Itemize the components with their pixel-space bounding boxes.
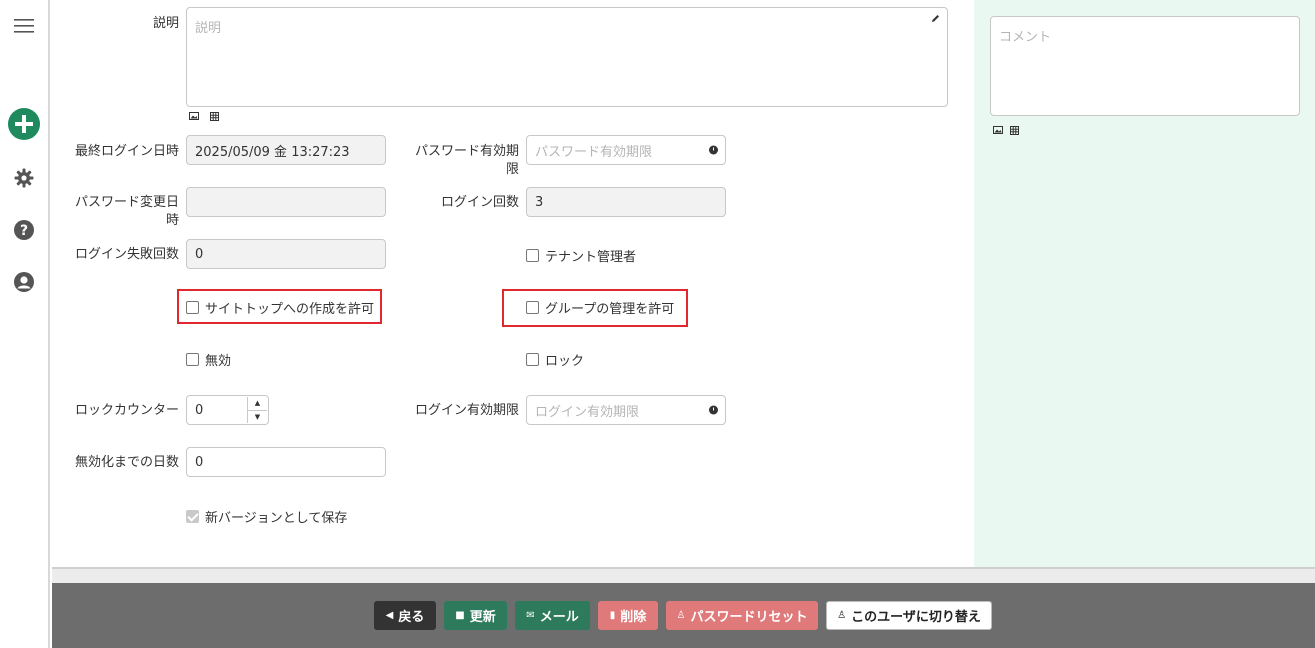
password-changed-label-line1: パスワード変更日: [74, 195, 179, 210]
switch-user-label: このユーザに切り替え: [851, 610, 981, 625]
password-expiry-label-line2: 限: [505, 162, 519, 177]
login-expiry-input[interactable]: ログイン有効期限: [526, 395, 726, 425]
user-edit-form: 説明 説明 最終ログイン日時 2025/05/09 金 13:27:23 パスワ…: [52, 0, 974, 567]
image-icon[interactable]: [993, 126, 1003, 137]
days-until-disable-label: 無効化までの日数: [74, 455, 179, 470]
password-expiry-placeholder: パスワード有効期限: [535, 144, 653, 160]
comment-textarea[interactable]: コメント: [990, 16, 1300, 116]
back-button[interactable]: ◀ 戻る: [374, 601, 436, 630]
clock-icon[interactable]: [709, 145, 718, 155]
login-count-field: 3: [526, 187, 726, 217]
lock-counter-label: ロックカウンター: [74, 403, 179, 418]
checkbox-box[interactable]: [186, 301, 199, 314]
action-footer: ◀ 戻る ■ 更新 ✉ メール ▮ 削除 ♙ パスワードリセット ♙ このユーザ…: [52, 583, 1315, 648]
allow-site-top-label: サイトトップへの作成を許可: [205, 302, 375, 317]
comment-placeholder: コメント: [999, 30, 1052, 45]
update-button[interactable]: ■ 更新: [444, 601, 507, 630]
checkbox-box[interactable]: [186, 353, 199, 366]
checkbox-box[interactable]: [526, 249, 539, 262]
login-count-label: ログイン回数: [440, 195, 519, 210]
image-icon[interactable]: [189, 112, 199, 123]
user-icon[interactable]: [0, 270, 48, 294]
gear-icon[interactable]: [0, 166, 48, 190]
last-login-label: 最終ログイン日時: [74, 144, 179, 159]
switch-user-button[interactable]: ♙ このユーザに切り替え: [826, 601, 992, 630]
checkbox-box[interactable]: [526, 353, 539, 366]
description-textarea[interactable]: 説明: [186, 7, 948, 107]
password-changed-label: パスワード変更日 時: [52, 194, 179, 230]
stepper-down-icon[interactable]: ▼: [248, 409, 267, 424]
password-changed-label-line2: 時: [165, 213, 179, 228]
clock-icon[interactable]: [709, 405, 718, 415]
mail-label: メール: [539, 610, 579, 625]
divider: [52, 567, 1315, 583]
tenant-admin-checkbox[interactable]: テナント管理者: [526, 246, 636, 265]
password-reset-icon: ♙: [676, 610, 686, 621]
add-icon[interactable]: [0, 107, 48, 141]
quantity-stepper[interactable]: ▲ ▼: [247, 397, 267, 423]
login-failures-label: ログイン失敗回数: [74, 247, 179, 262]
checkbox-box[interactable]: [186, 510, 199, 523]
lock-counter-value: 0: [195, 402, 204, 418]
allow-group-manage-label: グループの管理を許可: [545, 302, 675, 317]
delete-button[interactable]: ▮ 削除: [598, 601, 658, 630]
menu-icon[interactable]: [0, 16, 48, 36]
save-as-new-version-checkbox[interactable]: 新バージョンとして保存: [186, 507, 347, 526]
help-icon[interactable]: ?: [0, 218, 48, 242]
disabled-checkbox[interactable]: 無効: [186, 350, 231, 369]
switch-user-icon: ♙: [837, 610, 847, 621]
table-icon[interactable]: [210, 112, 219, 124]
last-login-field: 2025/05/09 金 13:27:23: [186, 135, 386, 165]
tenant-admin-label: テナント管理者: [545, 250, 637, 265]
description-placeholder: 説明: [195, 21, 222, 36]
stepper-up-icon[interactable]: ▲: [248, 397, 267, 410]
login-failures-field: 0: [186, 239, 386, 269]
delete-label: 削除: [620, 610, 647, 625]
days-until-disable-input[interactable]: 0: [186, 447, 386, 477]
password-changed-field: [186, 187, 386, 217]
allow-site-top-checkbox[interactable]: サイトトップへの作成を許可: [186, 298, 374, 317]
login-expiry-label: ログイン有効期限: [414, 403, 519, 418]
password-reset-button[interactable]: ♙ パスワードリセット: [666, 601, 818, 630]
svg-text:?: ?: [20, 223, 28, 239]
mail-icon: ✉: [526, 610, 535, 621]
lock-checkbox[interactable]: ロック: [526, 350, 584, 369]
left-rail: ?: [0, 0, 50, 648]
password-expiry-label-line1: パスワード有効期: [414, 144, 519, 159]
checkbox-box[interactable]: [526, 301, 539, 314]
mail-button[interactable]: ✉ メール: [515, 601, 590, 630]
disabled-label: 無効: [205, 354, 232, 369]
save-icon: ■: [455, 610, 465, 621]
update-label: 更新: [469, 610, 496, 625]
password-reset-label: パスワードリセット: [690, 610, 808, 625]
comment-panel: コメント: [974, 0, 1315, 567]
trash-icon: ▮: [609, 610, 616, 621]
save-as-new-version-label: 新バージョンとして保存: [205, 511, 348, 526]
table-icon[interactable]: [1010, 126, 1019, 138]
allow-group-manage-checkbox[interactable]: グループの管理を許可: [526, 298, 674, 317]
back-label: 戻る: [398, 610, 425, 625]
lock-counter-input[interactable]: 0 ▲ ▼: [186, 395, 269, 425]
back-icon: ◀: [385, 610, 394, 621]
password-expiry-input[interactable]: パスワード有効期限: [526, 135, 726, 165]
lock-label: ロック: [545, 354, 585, 369]
password-expiry-label: パスワード有効期 限: [392, 143, 519, 179]
login-expiry-placeholder: ログイン有効期限: [535, 404, 640, 420]
description-label: 説明: [152, 16, 179, 31]
edit-pencil-icon[interactable]: [931, 14, 940, 23]
